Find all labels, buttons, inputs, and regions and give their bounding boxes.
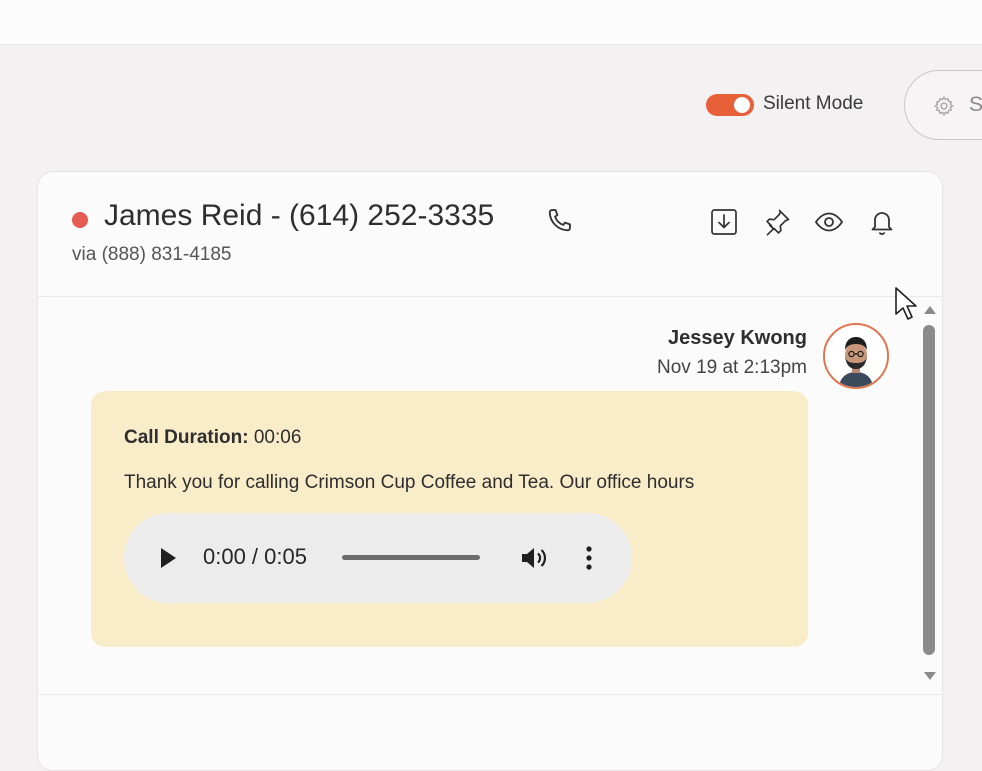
call-message-bubble: Call Duration: 00:06 Thank you for calli… — [91, 391, 808, 647]
call-duration-label: Call Duration: — [124, 427, 249, 448]
avatar[interactable] — [823, 323, 889, 389]
call-duration-value: 00:06 — [253, 427, 302, 448]
silent-mode-toggle[interactable] — [706, 94, 754, 116]
scroll-up-arrow-icon[interactable] — [922, 304, 938, 316]
pin-icon[interactable] — [761, 206, 793, 238]
mouse-cursor-icon — [895, 287, 917, 320]
call-duration: Call Duration: 00:06 — [124, 427, 301, 449]
scroll-thumb[interactable] — [923, 325, 935, 655]
status-dot — [72, 212, 88, 228]
audio-progress-bar[interactable] — [342, 555, 480, 560]
top-bar — [0, 0, 982, 45]
scroll-down-arrow-icon[interactable] — [922, 670, 938, 682]
audio-time: 0:00 / 0:05 — [203, 544, 307, 569]
via-number: via (888) 831-4185 — [72, 244, 232, 265]
conversation-card: James Reid - (614) 252-3335 via (888) 83… — [37, 171, 943, 771]
bell-icon[interactable] — [866, 206, 898, 238]
phone-icon[interactable] — [546, 206, 574, 234]
sender-name: Jessey Kwong — [668, 327, 807, 349]
settings-button[interactable]: S — [904, 70, 982, 140]
avatar-face — [825, 325, 887, 387]
toggle-knob — [734, 97, 750, 113]
message-timestamp: Nov 19 at 2:13pm — [657, 357, 807, 378]
eye-icon[interactable] — [813, 206, 845, 238]
download-icon[interactable] — [708, 206, 740, 238]
contact-title: James Reid - (614) 252-3335 — [104, 199, 495, 232]
volume-icon[interactable] — [519, 545, 549, 571]
silent-mode-label: Silent Mode — [763, 93, 864, 114]
message-list: Jessey Kwong Nov 19 at 2:13pm Call Durat… — [38, 297, 942, 697]
audio-player: 0:00 / 0:05 — [124, 513, 632, 603]
conversation-header: James Reid - (614) 252-3335 via (888) 83… — [38, 172, 942, 297]
more-options-icon[interactable] — [582, 545, 596, 571]
play-icon[interactable] — [156, 545, 180, 571]
composer-divider — [37, 694, 943, 695]
settings-label: S — [969, 93, 982, 116]
message-scrollbar[interactable] — [920, 300, 940, 690]
call-transcript: Thank you for calling Crimson Cup Coffee… — [124, 472, 695, 493]
gear-icon — [933, 95, 954, 117]
